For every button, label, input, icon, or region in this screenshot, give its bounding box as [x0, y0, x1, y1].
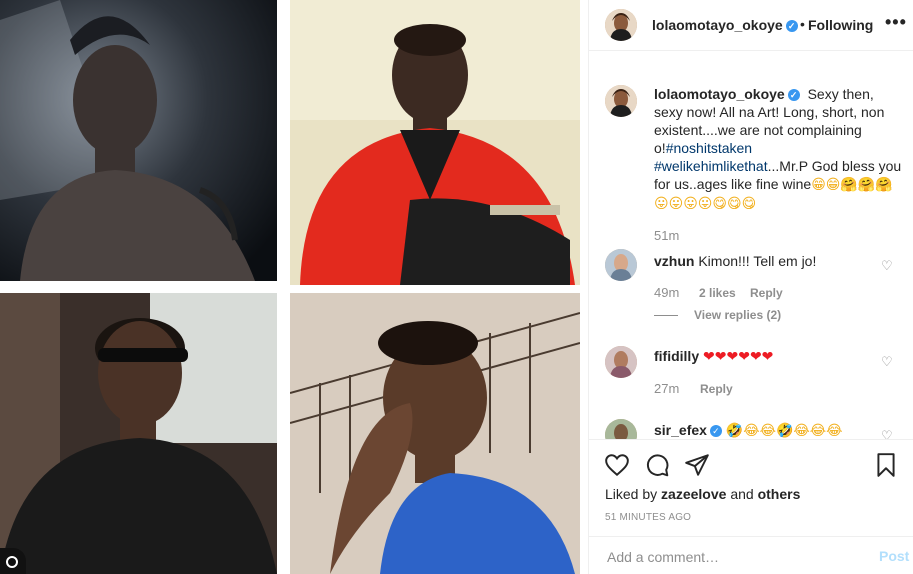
likes-others[interactable]: others	[758, 486, 801, 502]
comment-text: 🤣😂😂🤣😂😂😂	[725, 423, 843, 439]
separator-dot: •	[800, 16, 805, 32]
comment-time[interactable]: 49m	[654, 285, 679, 300]
post-side-panel: lolaomotayo_okoye ✓ • Following ••• lolao…	[588, 0, 913, 574]
comment-text: ❤❤❤❤❤❤	[703, 349, 774, 365]
photo-red-jacket	[290, 0, 580, 285]
comment-icon[interactable]	[644, 452, 670, 478]
reply-button[interactable]: Reply	[700, 382, 733, 396]
add-comment-box: Post	[589, 536, 913, 574]
post-image[interactable]	[0, 0, 588, 574]
post-author-username[interactable]: lolaomotayo_okoye ✓	[652, 17, 798, 33]
username-text[interactable]: lolaomotayo_okoye	[652, 17, 783, 33]
comment-time[interactable]: 27m	[654, 381, 679, 396]
commenter-avatar[interactable]	[605, 419, 637, 439]
more-options-icon[interactable]: •••	[885, 12, 907, 33]
caption-time[interactable]: 51m	[654, 228, 679, 243]
commenter-avatar[interactable]	[605, 249, 637, 281]
comment-like-icon[interactable]: ♡	[881, 258, 893, 274]
heart-icon[interactable]	[604, 452, 630, 478]
avatar[interactable]	[605, 9, 637, 41]
verified-badge-icon: ✓	[787, 89, 800, 102]
comment-username[interactable]: vzhun	[654, 253, 694, 269]
photo-shirtless-spotlight	[0, 0, 277, 281]
view-replies-label[interactable]: View replies (2)	[694, 308, 781, 322]
likes-summary: Liked by zazeelove and others	[605, 486, 800, 502]
replies-line	[654, 315, 678, 317]
comment-vzhun: vzhun Kimon!!! Tell em jo!	[654, 253, 816, 269]
bookmark-icon[interactable]	[873, 452, 899, 478]
comment-text: Kimon!!! Tell em jo!	[698, 253, 817, 269]
caption-username-text[interactable]: lolaomotayo_okoye	[654, 86, 785, 102]
comment-fifidilly: fifidilly ❤❤❤❤❤❤	[654, 348, 773, 365]
post-caption: lolaomotayo_okoye ✓ Sexy then, sexy now! …	[654, 85, 902, 213]
comment-like-icon[interactable]: ♡	[881, 428, 893, 439]
share-icon[interactable]	[684, 452, 710, 478]
likes-prefix: Liked by	[605, 486, 658, 502]
post-button[interactable]: Post	[879, 548, 909, 564]
verified-badge-icon: ✓	[785, 20, 798, 33]
comment-like-icon[interactable]: ♡	[881, 354, 893, 370]
reply-button[interactable]: Reply	[750, 286, 783, 300]
following-button[interactable]: Following	[808, 17, 873, 33]
post-timestamp[interactable]: 51 MINUTES AGO	[605, 512, 691, 523]
comment-username[interactable]: sir_efex	[654, 422, 707, 438]
comment-sir-efex: sir_efex ✓ 🤣😂😂🤣😂😂😂	[654, 422, 842, 439]
photo-blue-tee-stairs	[290, 293, 580, 574]
hashtag-link[interactable]: #welikehimlikethat	[654, 158, 768, 174]
likes-and: and	[730, 486, 754, 502]
liked-by-user[interactable]: zazeelove	[661, 486, 726, 502]
user-tag-icon[interactable]	[0, 548, 26, 574]
caption-avatar[interactable]	[605, 85, 637, 117]
comment-likes-count[interactable]: 2 likes	[699, 286, 736, 300]
comment-input[interactable]	[605, 546, 849, 568]
verified-badge-icon: ✓	[709, 425, 722, 438]
comment-username[interactable]: fifidilly	[654, 348, 699, 364]
view-replies-button[interactable]: View replies (2)	[654, 308, 781, 322]
comments-list[interactable]: lolaomotayo_okoye ✓ Sexy then, sexy now! …	[589, 51, 913, 439]
caption-username[interactable]: lolaomotayo_okoye ✓	[654, 86, 800, 102]
hashtag-link[interactable]: #noshitstaken	[666, 140, 752, 156]
commenter-avatar[interactable]	[605, 346, 637, 378]
post-header: lolaomotayo_okoye ✓ • Following •••	[589, 0, 913, 51]
action-bar	[589, 439, 913, 491]
photo-car-sunglasses	[0, 293, 277, 574]
